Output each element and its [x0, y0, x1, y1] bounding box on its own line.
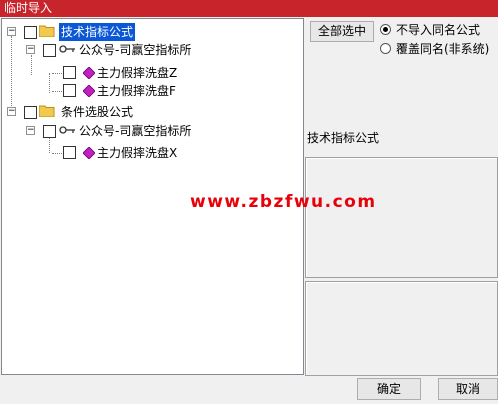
collapse-toggle[interactable]: −: [26, 126, 35, 135]
tree-node-label: 公众号-司赢空指标所: [79, 43, 192, 57]
folder-icon: [39, 105, 55, 117]
collapse-toggle[interactable]: −: [7, 27, 16, 36]
tree-checkbox[interactable]: [63, 66, 76, 79]
tree-node-label: 主力假摔洗盘Z: [97, 66, 178, 80]
window-title: 临时导入: [0, 0, 498, 17]
tree-checkbox[interactable]: [24, 26, 37, 39]
tree-node-label: 技术指标公式: [59, 23, 136, 41]
tree-line: [31, 55, 32, 75]
tree-checkbox[interactable]: [63, 84, 76, 97]
formula-detail-box: [305, 281, 498, 376]
import-dialog: 临时导入 − 技术指标公式 − 公众号-司赢空指标所 主力假摔洗盘Z 主力假摔洗…: [0, 0, 498, 404]
formula-description-box: [305, 157, 498, 278]
tree-line: [11, 36, 12, 114]
formula-icon: [83, 67, 95, 79]
tree-node-label: 主力假摔洗盘X: [97, 146, 178, 160]
select-all-button[interactable]: 全部选中: [310, 21, 374, 42]
formula-type-label: 技术指标公式: [307, 131, 380, 145]
folder-icon: [39, 25, 55, 37]
ok-button[interactable]: 确定: [357, 378, 421, 400]
skip-duplicates-label[interactable]: 不导入同名公式: [396, 23, 480, 37]
cancel-button[interactable]: 取消: [438, 378, 498, 400]
tree-checkbox[interactable]: [24, 106, 37, 119]
tree-node-label: 公众号-司赢空指标所: [79, 124, 192, 138]
key-icon: [59, 126, 75, 134]
tree-checkbox[interactable]: [43, 44, 56, 57]
key-icon: [59, 45, 75, 53]
overwrite-duplicates-radio[interactable]: [380, 43, 391, 54]
tree-node-label: 主力假摔洗盘F: [97, 84, 176, 98]
watermark-text: www.zbzfwu.com: [190, 192, 377, 212]
collapse-toggle[interactable]: −: [26, 45, 35, 54]
tree-checkbox[interactable]: [63, 146, 76, 159]
skip-duplicates-radio[interactable]: [380, 24, 391, 35]
tree-checkbox[interactable]: [43, 125, 56, 138]
formula-icon: [83, 85, 95, 97]
formula-icon: [83, 147, 95, 159]
tree-node-label: 条件选股公式: [61, 105, 134, 119]
tree-line: [49, 137, 50, 153]
collapse-toggle[interactable]: −: [7, 107, 16, 116]
tree-line: [49, 73, 50, 93]
overwrite-duplicates-label[interactable]: 覆盖同名(非系统): [396, 42, 489, 56]
